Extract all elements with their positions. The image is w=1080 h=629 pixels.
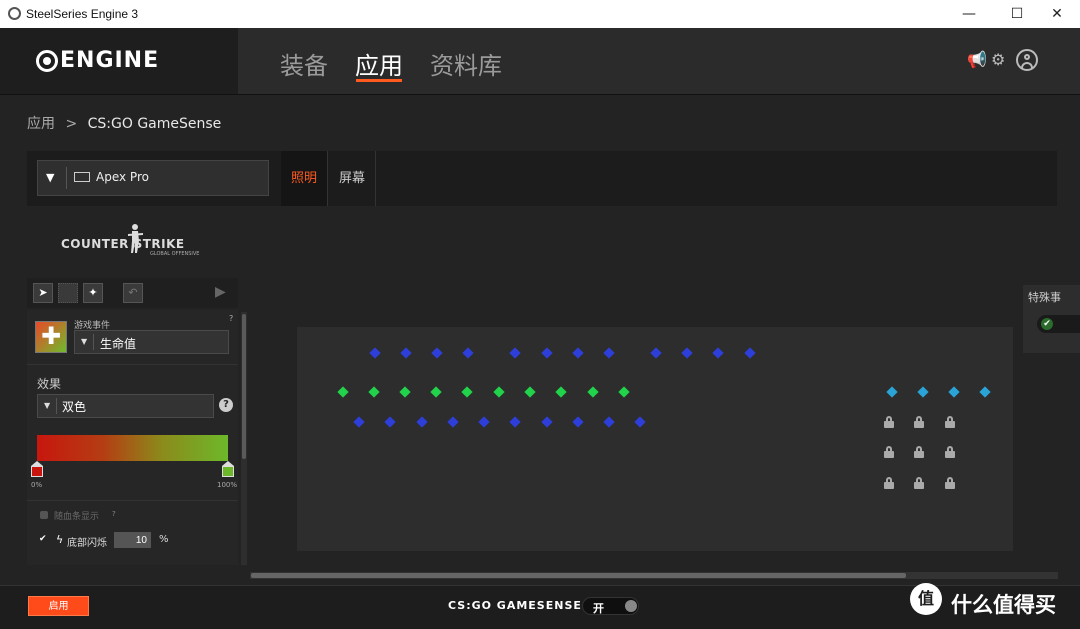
breadcrumb-current: CS:GO GameSense	[87, 116, 222, 132]
flash-percent-input[interactable]	[114, 532, 151, 548]
watermark-text: 什么值得买	[951, 593, 1056, 617]
watermark-logo-icon: 值	[910, 583, 942, 615]
game-logo-subtitle: GLOBAL OFFENSIVE	[150, 251, 200, 257]
stop-swatch-green	[222, 466, 234, 477]
lightning-icon: ϟ	[56, 533, 64, 546]
tab-lighting[interactable]: 照明	[281, 151, 329, 206]
enable-button[interactable]: 启用	[28, 596, 89, 616]
divider	[27, 500, 238, 501]
effect-select[interactable]: ▼ 双色	[37, 394, 214, 418]
divider	[27, 364, 238, 365]
effect-label: 效果	[37, 377, 62, 391]
breadcrumb: 应用 > CS:GO GameSense	[27, 113, 221, 133]
effect-help-icon[interactable]: ?	[219, 398, 233, 412]
logo-text: ENGINE	[60, 48, 160, 73]
keyboard-canvas[interactable]	[297, 327, 1013, 551]
game-logo: COUNTER STRIKE GLOBAL OFFENSIVE	[60, 222, 205, 258]
event-select[interactable]: ▼ 生命值	[74, 330, 229, 354]
dropdown-arrow-icon: ▼	[81, 337, 88, 346]
gamesense-toggle[interactable]: 开	[582, 597, 639, 615]
keyboard-icon	[74, 172, 90, 182]
breadcrumb-parent[interactable]: 应用	[27, 116, 55, 132]
steelseries-logo-icon	[36, 50, 58, 72]
lock-icon	[914, 416, 924, 428]
active-tab-indicator	[356, 79, 402, 82]
plus-icon: ✚	[41, 322, 62, 350]
special-event-toggle[interactable]: ✔	[1037, 315, 1080, 333]
tab-screen[interactable]: 屏幕	[329, 151, 377, 206]
device-select[interactable]: ▼ Apex Pro	[37, 160, 269, 196]
divider	[93, 334, 94, 350]
horizontal-scroll-thumb[interactable]	[251, 573, 906, 578]
window-titlebar: SteelSeries Engine 3 — ☐ ✕	[0, 0, 1080, 28]
effect-value: 双色	[62, 400, 87, 414]
user-account-icon[interactable]	[1016, 49, 1038, 71]
lock-icon	[914, 446, 924, 458]
dropdown-arrow-icon: ▼	[44, 401, 51, 410]
nav-tab-library[interactable]: 资料库	[430, 46, 502, 81]
show-with-health-label: 随血条显示	[54, 512, 100, 522]
dropdown-arrow-icon: ▼	[46, 171, 55, 184]
window-title: SteelSeries Engine 3	[26, 7, 139, 21]
lock-icon	[945, 477, 955, 489]
pointer-tool-icon[interactable]: ➤	[33, 283, 53, 303]
panel-scroll-thumb[interactable]	[242, 314, 246, 459]
lock-icon	[945, 416, 955, 428]
app-header: ENGINE 装备 应用 资料库 📢 ⚙	[0, 28, 1080, 95]
device-name: Apex Pro	[96, 170, 149, 184]
event-value: 生命值	[100, 337, 137, 351]
undo-icon[interactable]: ↶	[123, 283, 143, 303]
special-events-label: 特殊事	[1028, 291, 1061, 304]
stop-swatch-red	[31, 466, 43, 477]
event-help-icon[interactable]: ?	[229, 314, 233, 323]
flash-percent-unit: %	[159, 534, 169, 545]
special-events-panel: 特殊事 ✔	[1023, 285, 1080, 353]
gear-icon[interactable]: ⚙	[991, 50, 1005, 69]
lock-icon	[884, 446, 894, 458]
gradient-stop-start[interactable]	[31, 461, 43, 477]
lock-icon	[884, 477, 894, 489]
bottom-flash-checkbox[interactable]: ✔	[39, 534, 47, 544]
logo-area: ENGINE	[0, 28, 238, 94]
close-button[interactable]: ✕	[1034, 0, 1080, 28]
device-bar: ▼ Apex Pro 照明 屏幕	[27, 151, 1057, 206]
gradient-max-label: 100%	[217, 481, 238, 489]
play-icon[interactable]: ▶	[215, 284, 226, 300]
megaphone-icon[interactable]: 📢	[967, 50, 987, 69]
lock-icon	[884, 416, 894, 428]
divider	[56, 398, 57, 414]
show-with-health-checkbox[interactable]	[40, 511, 48, 519]
gradient-stop-end[interactable]	[222, 461, 234, 477]
select-area-tool-icon[interactable]	[58, 283, 78, 303]
color-gradient-bar[interactable]	[37, 435, 228, 461]
magic-wand-tool-icon[interactable]: ✦	[83, 283, 103, 303]
tool-bar: ➤ ✦ ↶ ▶	[27, 278, 238, 308]
divider	[66, 167, 67, 189]
breadcrumb-separator: >	[65, 116, 78, 132]
bottom-flash-label: 底部闪烁	[67, 538, 107, 549]
game-logo-text: COUNTER STRIKE	[61, 237, 185, 251]
lock-icon	[914, 477, 924, 489]
gradient-min-label: 0%	[31, 481, 43, 489]
toggle-knob	[625, 600, 637, 612]
lock-icon	[945, 446, 955, 458]
health-event-icon: ✚	[35, 321, 67, 353]
nav-tab-equipment[interactable]: 装备	[280, 46, 328, 81]
minimize-button[interactable]: —	[946, 0, 992, 28]
toggle-label: 开	[593, 602, 604, 615]
app-icon	[8, 7, 21, 20]
check-icon: ✔	[1041, 318, 1053, 330]
show-with-health-help-icon[interactable]: ?	[112, 510, 116, 518]
nav-tab-apps[interactable]: 应用	[355, 46, 403, 81]
gamesense-label: CS:GO GAMESENSE	[448, 599, 582, 612]
